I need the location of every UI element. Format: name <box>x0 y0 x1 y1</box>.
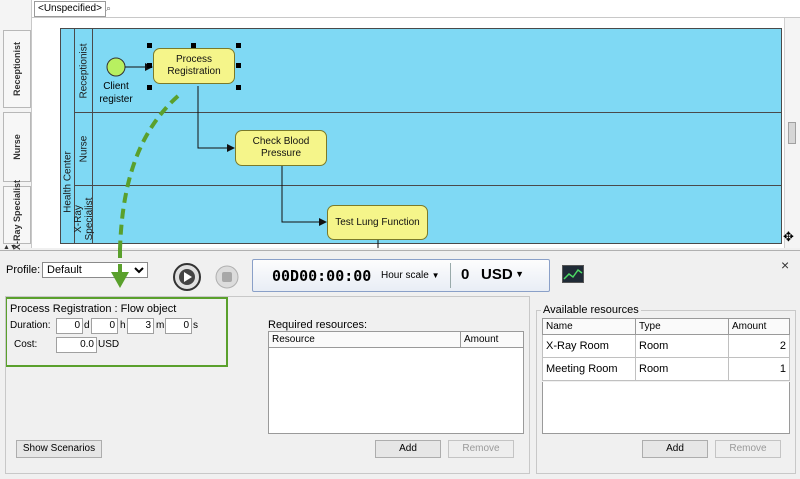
total-cost-value: 0 <box>461 266 470 283</box>
task-process-registration[interactable]: Process Registration <box>153 48 235 84</box>
task-check-blood-pressure[interactable]: Check Blood Pressure <box>235 130 327 166</box>
available-resources-list[interactable] <box>542 382 790 434</box>
show-scenarios-button[interactable]: Show Scenarios <box>16 440 102 458</box>
add-available-resource-button[interactable]: Add <box>642 440 708 458</box>
profile-label: Profile: <box>6 264 41 276</box>
scrollbar-thumb[interactable] <box>788 122 796 144</box>
remove-required-resource-button[interactable]: Remove <box>448 440 514 458</box>
selection-handle[interactable] <box>191 43 196 48</box>
resource-name: X-Ray Room <box>542 334 636 358</box>
currency-dropdown[interactable]: USD ▼ <box>481 266 524 283</box>
table-row[interactable]: X-Ray Room Room 2 <box>542 334 790 358</box>
stop-simulation-button[interactable] <box>214 264 240 290</box>
add-required-resource-button[interactable]: Add <box>375 440 441 458</box>
resource-amount: 2 <box>728 334 790 358</box>
clock-separator <box>450 263 451 288</box>
selection-handle[interactable] <box>236 43 241 48</box>
run-simulation-button[interactable] <box>172 262 204 294</box>
selection-handle[interactable] <box>236 85 241 90</box>
vertical-scrollbar[interactable] <box>784 18 800 248</box>
hour-scale-dropdown[interactable]: Hour scale ▼ <box>381 270 440 281</box>
dropdown-arrow-icon: ▼ <box>431 271 440 280</box>
table-row[interactable]: Meeting Room Room 1 <box>542 357 790 381</box>
column-header-amount[interactable]: Amount <box>728 318 790 335</box>
close-icon[interactable]: × <box>781 258 789 272</box>
column-header-type[interactable]: Type <box>635 318 729 335</box>
move-icon[interactable]: ✥ <box>783 230 794 243</box>
chart-icon[interactable] <box>562 265 584 283</box>
simulation-clock: 00D00:00:00 <box>272 267 372 285</box>
required-resources-title: Required resources: <box>268 319 368 331</box>
column-header-resource[interactable]: Resource <box>268 331 461 348</box>
diagram-canvas[interactable]: Receptionist Nurse X-Ray Specialist <Uns… <box>0 0 800 251</box>
available-resources-title: Available resources <box>541 304 641 316</box>
required-resources-table[interactable]: Resource Amount <box>268 331 524 348</box>
start-event-label: Client register <box>99 81 133 105</box>
selection-handle[interactable] <box>147 85 152 90</box>
column-header-name[interactable]: Name <box>542 318 636 335</box>
resource-amount: 1 <box>728 357 790 381</box>
task-test-lung-function[interactable]: Test Lung Function <box>327 205 428 240</box>
resource-type: Room <box>635 334 729 358</box>
selection-handle[interactable] <box>147 43 152 48</box>
dropdown-arrow-icon: ▼ <box>512 269 525 279</box>
required-resources-list[interactable] <box>268 348 524 434</box>
column-header-amount[interactable]: Amount <box>460 331 524 348</box>
resource-name: Meeting Room <box>542 357 636 381</box>
selection-handle[interactable] <box>147 63 152 68</box>
selection-handle[interactable] <box>236 63 241 68</box>
remove-available-resource-button[interactable]: Remove <box>715 440 781 458</box>
start-event-circle[interactable] <box>106 57 126 77</box>
available-resources-table[interactable]: Name Type Amount X-Ray Room Room 2 Meeti… <box>542 318 790 381</box>
resource-type: Room <box>635 357 729 381</box>
highlight-arrow <box>111 248 129 288</box>
